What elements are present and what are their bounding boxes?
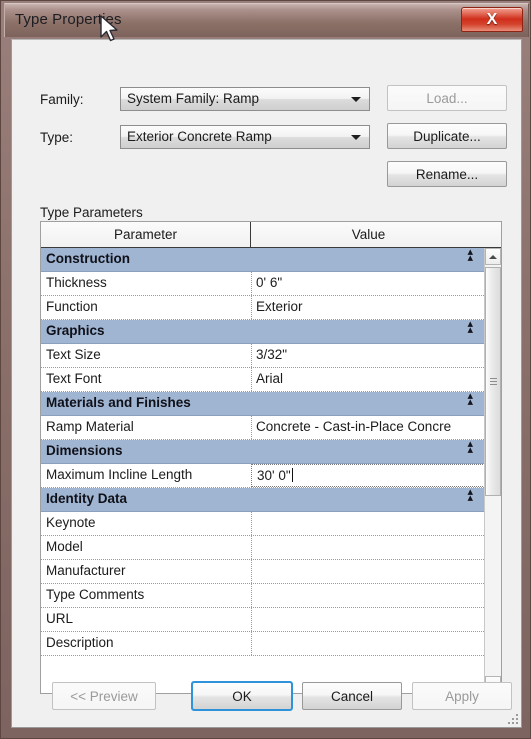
ok-button[interactable]: OK bbox=[191, 681, 293, 711]
column-header-value[interactable]: Value bbox=[251, 222, 486, 247]
type-properties-dialog: Type Properties X Family: System Family:… bbox=[0, 0, 531, 739]
cell-divider bbox=[251, 368, 252, 391]
scrollbar-thumb[interactable] bbox=[485, 267, 501, 496]
parameter-value[interactable]: 3/32" bbox=[256, 347, 484, 362]
parameter-name: Maximum Incline Length bbox=[46, 467, 193, 482]
dialog-client-area: Family: System Family: Ramp Load... Type… bbox=[11, 39, 522, 728]
rename-button[interactable]: Rename... bbox=[387, 161, 507, 187]
table-body: Construction ▴ ▴ Thickness 0' 6" Function Exte… bbox=[41, 247, 486, 693]
parameters-table: Parameter Value Construction ▴ ▴ Thickness 0… bbox=[40, 221, 502, 694]
group-name: Identity Data bbox=[46, 491, 128, 506]
parameter-value[interactable]: Arial bbox=[256, 371, 484, 386]
cell-divider bbox=[251, 416, 252, 439]
column-header-parameter[interactable]: Parameter bbox=[41, 222, 251, 247]
cancel-button[interactable]: Cancel bbox=[302, 682, 402, 710]
cell-divider bbox=[251, 632, 252, 655]
group-name: Graphics bbox=[46, 323, 105, 338]
type-value: Exterior Concrete Ramp bbox=[127, 129, 272, 144]
table-row[interactable]: Text Size 3/32" bbox=[41, 344, 486, 368]
cell-divider bbox=[251, 512, 252, 535]
cell-divider bbox=[251, 536, 252, 559]
apply-button[interactable]: Apply bbox=[412, 682, 512, 710]
triangle-up-icon bbox=[489, 254, 497, 259]
parameter-name: Manufacturer bbox=[46, 563, 126, 578]
double-chevron-up-icon[interactable]: ▴ ▴ bbox=[467, 391, 473, 408]
group-name: Materials and Finishes bbox=[46, 395, 191, 410]
parameter-name: Ramp Material bbox=[46, 419, 134, 434]
parameter-name: Keynote bbox=[46, 515, 96, 530]
parameter-name: Text Font bbox=[46, 371, 102, 386]
double-chevron-up-icon[interactable]: ▴ ▴ bbox=[467, 487, 473, 504]
parameter-name: Model bbox=[46, 539, 83, 554]
cell-divider bbox=[251, 296, 252, 319]
table-row[interactable]: Manufacturer bbox=[41, 560, 486, 584]
table-row[interactable]: Ramp Material Concrete - Cast-in-Place Co… bbox=[41, 416, 486, 440]
group-name: Construction bbox=[46, 251, 130, 266]
dialog-button-row: << Preview OK Cancel Apply bbox=[12, 665, 521, 727]
cell-divider bbox=[251, 560, 252, 583]
double-chevron-up-icon[interactable]: ▴ ▴ bbox=[467, 319, 473, 336]
parameter-name: Text Size bbox=[46, 347, 101, 362]
cell-divider bbox=[251, 344, 252, 367]
table-row[interactable]: Type Comments bbox=[41, 584, 486, 608]
scrollbar-grip-icon bbox=[490, 377, 497, 386]
parameter-value[interactable]: 0' 6" bbox=[256, 275, 484, 290]
parameter-value[interactable]: Exterior bbox=[256, 299, 484, 314]
table-row[interactable]: Keynote bbox=[41, 512, 486, 536]
preview-button[interactable]: << Preview bbox=[52, 682, 156, 710]
value-text: 30' 0" bbox=[257, 468, 291, 483]
table-row[interactable]: Maximum Incline Length 30' 0" bbox=[41, 464, 486, 488]
double-chevron-up-icon[interactable]: ▴ ▴ bbox=[467, 439, 473, 456]
table-row[interactable]: Function Exterior bbox=[41, 296, 486, 320]
parameter-value[interactable]: Concrete - Cast-in-Place Concre bbox=[256, 419, 484, 434]
family-dropdown[interactable]: System Family: Ramp bbox=[120, 87, 370, 111]
table-vertical-scrollbar[interactable] bbox=[484, 248, 501, 693]
parameter-name: Function bbox=[46, 299, 98, 314]
close-button[interactable]: X bbox=[461, 7, 523, 32]
chevron-down-icon bbox=[351, 135, 361, 140]
parameter-group-header[interactable]: Identity Data ▴ ▴ bbox=[41, 487, 486, 512]
group-name: Dimensions bbox=[46, 443, 123, 458]
value-edit-field[interactable]: 30' 0" bbox=[251, 464, 485, 487]
parameter-group-header[interactable]: Dimensions ▴ ▴ bbox=[41, 439, 486, 464]
type-dropdown[interactable]: Exterior Concrete Ramp bbox=[120, 125, 370, 149]
table-row[interactable]: Thickness 0' 6" bbox=[41, 272, 486, 296]
cell-divider bbox=[251, 584, 252, 607]
resize-grip-icon[interactable] bbox=[506, 712, 518, 724]
parameter-group-header[interactable]: Construction ▴ ▴ bbox=[41, 247, 486, 272]
load-button[interactable]: Load... bbox=[387, 85, 507, 111]
table-row[interactable]: Model bbox=[41, 536, 486, 560]
parameter-group-header[interactable]: Materials and Finishes ▴ ▴ bbox=[41, 391, 486, 416]
cell-divider bbox=[251, 608, 252, 631]
family-value: System Family: Ramp bbox=[127, 91, 260, 106]
table-row[interactable]: Description bbox=[41, 632, 486, 656]
cell-divider bbox=[251, 272, 252, 295]
type-label: Type: bbox=[40, 130, 74, 145]
double-chevron-up-icon[interactable]: ▴ ▴ bbox=[467, 247, 473, 264]
text-caret bbox=[291, 468, 293, 482]
family-label: Family: bbox=[40, 92, 84, 107]
parameter-name: Type Comments bbox=[46, 587, 145, 602]
type-parameters-label: Type Parameters bbox=[40, 205, 143, 220]
parameter-name: URL bbox=[46, 611, 74, 626]
close-icon: X bbox=[486, 10, 498, 28]
parameter-name: Thickness bbox=[46, 275, 107, 290]
duplicate-button[interactable]: Duplicate... bbox=[387, 123, 507, 149]
parameter-group-header[interactable]: Graphics ▴ ▴ bbox=[41, 319, 486, 344]
window-title: Type Properties bbox=[15, 11, 122, 28]
table-row[interactable]: URL bbox=[41, 608, 486, 632]
parameter-name: Description bbox=[46, 635, 114, 650]
chevron-down-icon bbox=[351, 97, 361, 102]
table-row[interactable]: Text Font Arial bbox=[41, 368, 486, 392]
title-bar[interactable]: Type Properties X bbox=[4, 3, 529, 37]
scroll-up-button[interactable] bbox=[485, 248, 501, 265]
table-header-row: Parameter Value bbox=[41, 222, 501, 248]
